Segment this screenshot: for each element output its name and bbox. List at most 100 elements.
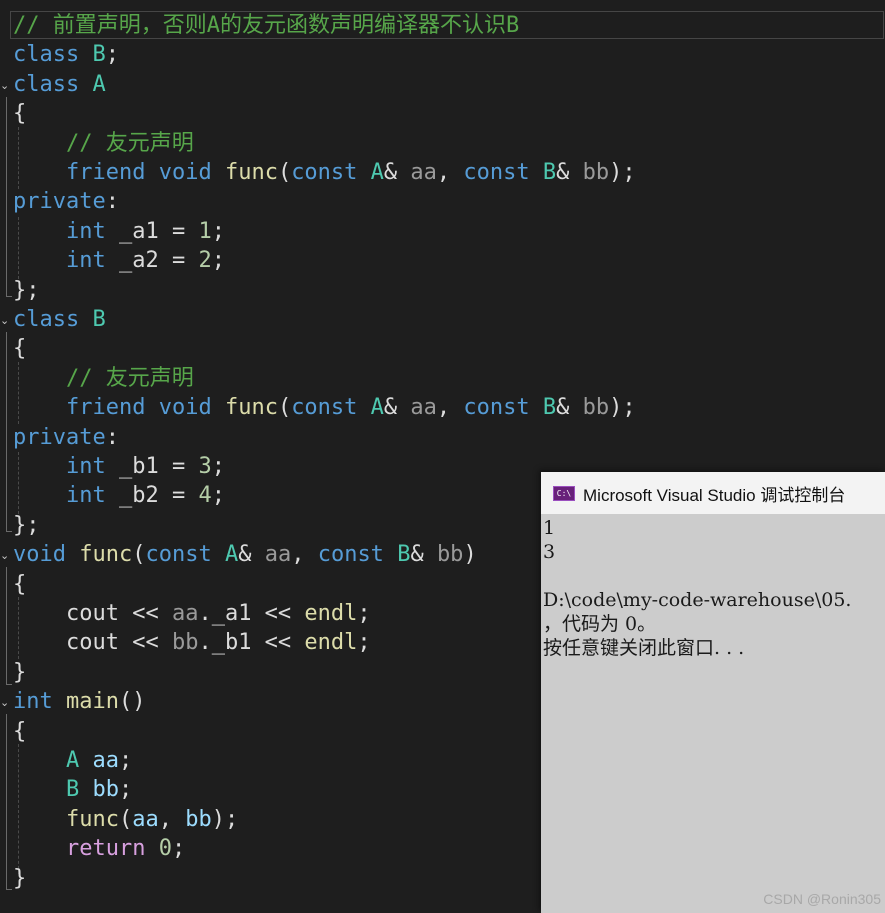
code-line[interactable]: int main() (13, 687, 145, 716)
code-line[interactable]: { (13, 570, 26, 599)
console-output-line: 1 (543, 517, 556, 539)
code-token: bb (185, 806, 212, 832)
debug-console-window[interactable]: C:\ Microsoft Visual Studio 调试控制台 1 3 D:\c… (541, 472, 885, 913)
code-token: bb (171, 630, 199, 656)
code-token: ( (118, 806, 133, 832)
code-token: ; (211, 218, 225, 244)
code-token: { (13, 101, 27, 127)
code-token: { (13, 718, 27, 744)
code-token: const (463, 395, 530, 421)
code-line[interactable]: friend void func(const A& aa, const B& b… (13, 158, 636, 187)
code-token: int (65, 218, 106, 244)
code-token: ; (105, 42, 119, 68)
code-line[interactable]: cout << aa._a1 << endl; (13, 599, 371, 628)
code-token: ._b1 << (198, 630, 305, 656)
fold-class-b-icon[interactable]: ⌄ (0, 315, 10, 326)
code-line[interactable]: int _b1 = 3; (13, 452, 225, 481)
code-token: void (13, 542, 66, 568)
code-token: ) (463, 542, 477, 568)
code-line[interactable]: // 前置声明，否则A的友元函数声明编译器不认识B (13, 11, 519, 40)
code-token: func (224, 395, 278, 421)
block-guide-class-b (6, 332, 7, 531)
code-token: int (65, 483, 106, 509)
code-token: ._a1 << (198, 601, 305, 626)
code-token: B (542, 395, 557, 421)
console-output-line: ，代码为 0。 (543, 613, 657, 635)
code-line[interactable]: { (13, 334, 26, 363)
code-line[interactable]: int _a2 = 2; (13, 246, 225, 275)
code-line[interactable]: } (13, 658, 26, 687)
watermark: CSDN @Ronin305 (763, 891, 881, 907)
code-line[interactable]: cout << bb._b1 << endl; (13, 628, 371, 657)
code-token: ); (609, 160, 636, 185)
code-line[interactable]: class B (13, 305, 106, 334)
code-token: func (65, 806, 119, 832)
code-line[interactable]: func(aa, bb); (13, 805, 238, 834)
code-token: & (383, 395, 411, 421)
code-line[interactable]: // 友元声明 (13, 129, 194, 158)
code-line[interactable]: friend void func(const A& aa, const B& b… (13, 393, 636, 422)
block-end-main (6, 889, 12, 890)
code-token: B (92, 42, 106, 68)
code-token: bb (582, 160, 610, 185)
code-token: B (65, 777, 80, 803)
code-line[interactable]: private: (13, 423, 119, 452)
code-token: private (13, 189, 106, 215)
code-token: () (118, 689, 146, 715)
code-line[interactable]: { (13, 717, 26, 746)
code-line[interactable]: int _b2 = 4; (13, 481, 225, 510)
code-token: cout << (13, 630, 172, 656)
code-token: ); (211, 806, 239, 832)
code-line[interactable]: class B; (13, 40, 119, 69)
code-token: main (66, 689, 119, 715)
console-output[interactable]: 1 3 D:\code\my-code-warehouse\05. ，代码为 0。 按任… (541, 514, 885, 913)
code-token: _a1 = (105, 218, 199, 244)
code-token: int (13, 689, 53, 715)
code-line[interactable]: B bb; (13, 775, 132, 804)
fold-func-icon[interactable]: ⌄ (0, 550, 10, 561)
fold-class-a-icon[interactable]: ⌄ (0, 80, 10, 91)
code-token: : (105, 189, 119, 215)
code-line[interactable]: private: (13, 187, 119, 216)
code-token: & (556, 160, 583, 185)
code-token: }; (13, 512, 40, 538)
fold-main-icon[interactable]: ⌄ (0, 697, 10, 708)
code-token: // 友元声明 (65, 365, 194, 391)
code-token: 0 (158, 836, 172, 862)
code-line[interactable]: return 0; (13, 834, 185, 863)
block-end-func (6, 684, 12, 685)
code-line[interactable]: A aa; (13, 746, 132, 775)
console-output-line: 按任意键关闭此窗口. . . (543, 637, 745, 659)
code-token: const (291, 395, 358, 421)
code-line[interactable]: { (13, 99, 26, 128)
code-line[interactable]: }; (13, 511, 40, 540)
console-title-bar[interactable]: C:\ Microsoft Visual Studio 调试控制台 (541, 472, 885, 514)
code-line[interactable]: int _a1 = 1; (13, 217, 225, 246)
code-line[interactable]: class A (13, 70, 106, 99)
code-line[interactable]: }; (13, 276, 40, 305)
code-line[interactable]: // 友元声明 (13, 364, 194, 393)
code-token: 3 (198, 454, 212, 479)
code-token: class (13, 307, 80, 332)
code-token: _a2 = (105, 248, 199, 274)
code-token: ; (211, 483, 225, 509)
code-line[interactable]: } (13, 864, 26, 893)
code-line[interactable]: void func(const A& aa, const B& bb) (13, 540, 477, 569)
code-token: func (224, 160, 278, 185)
code-token: { (13, 571, 27, 597)
